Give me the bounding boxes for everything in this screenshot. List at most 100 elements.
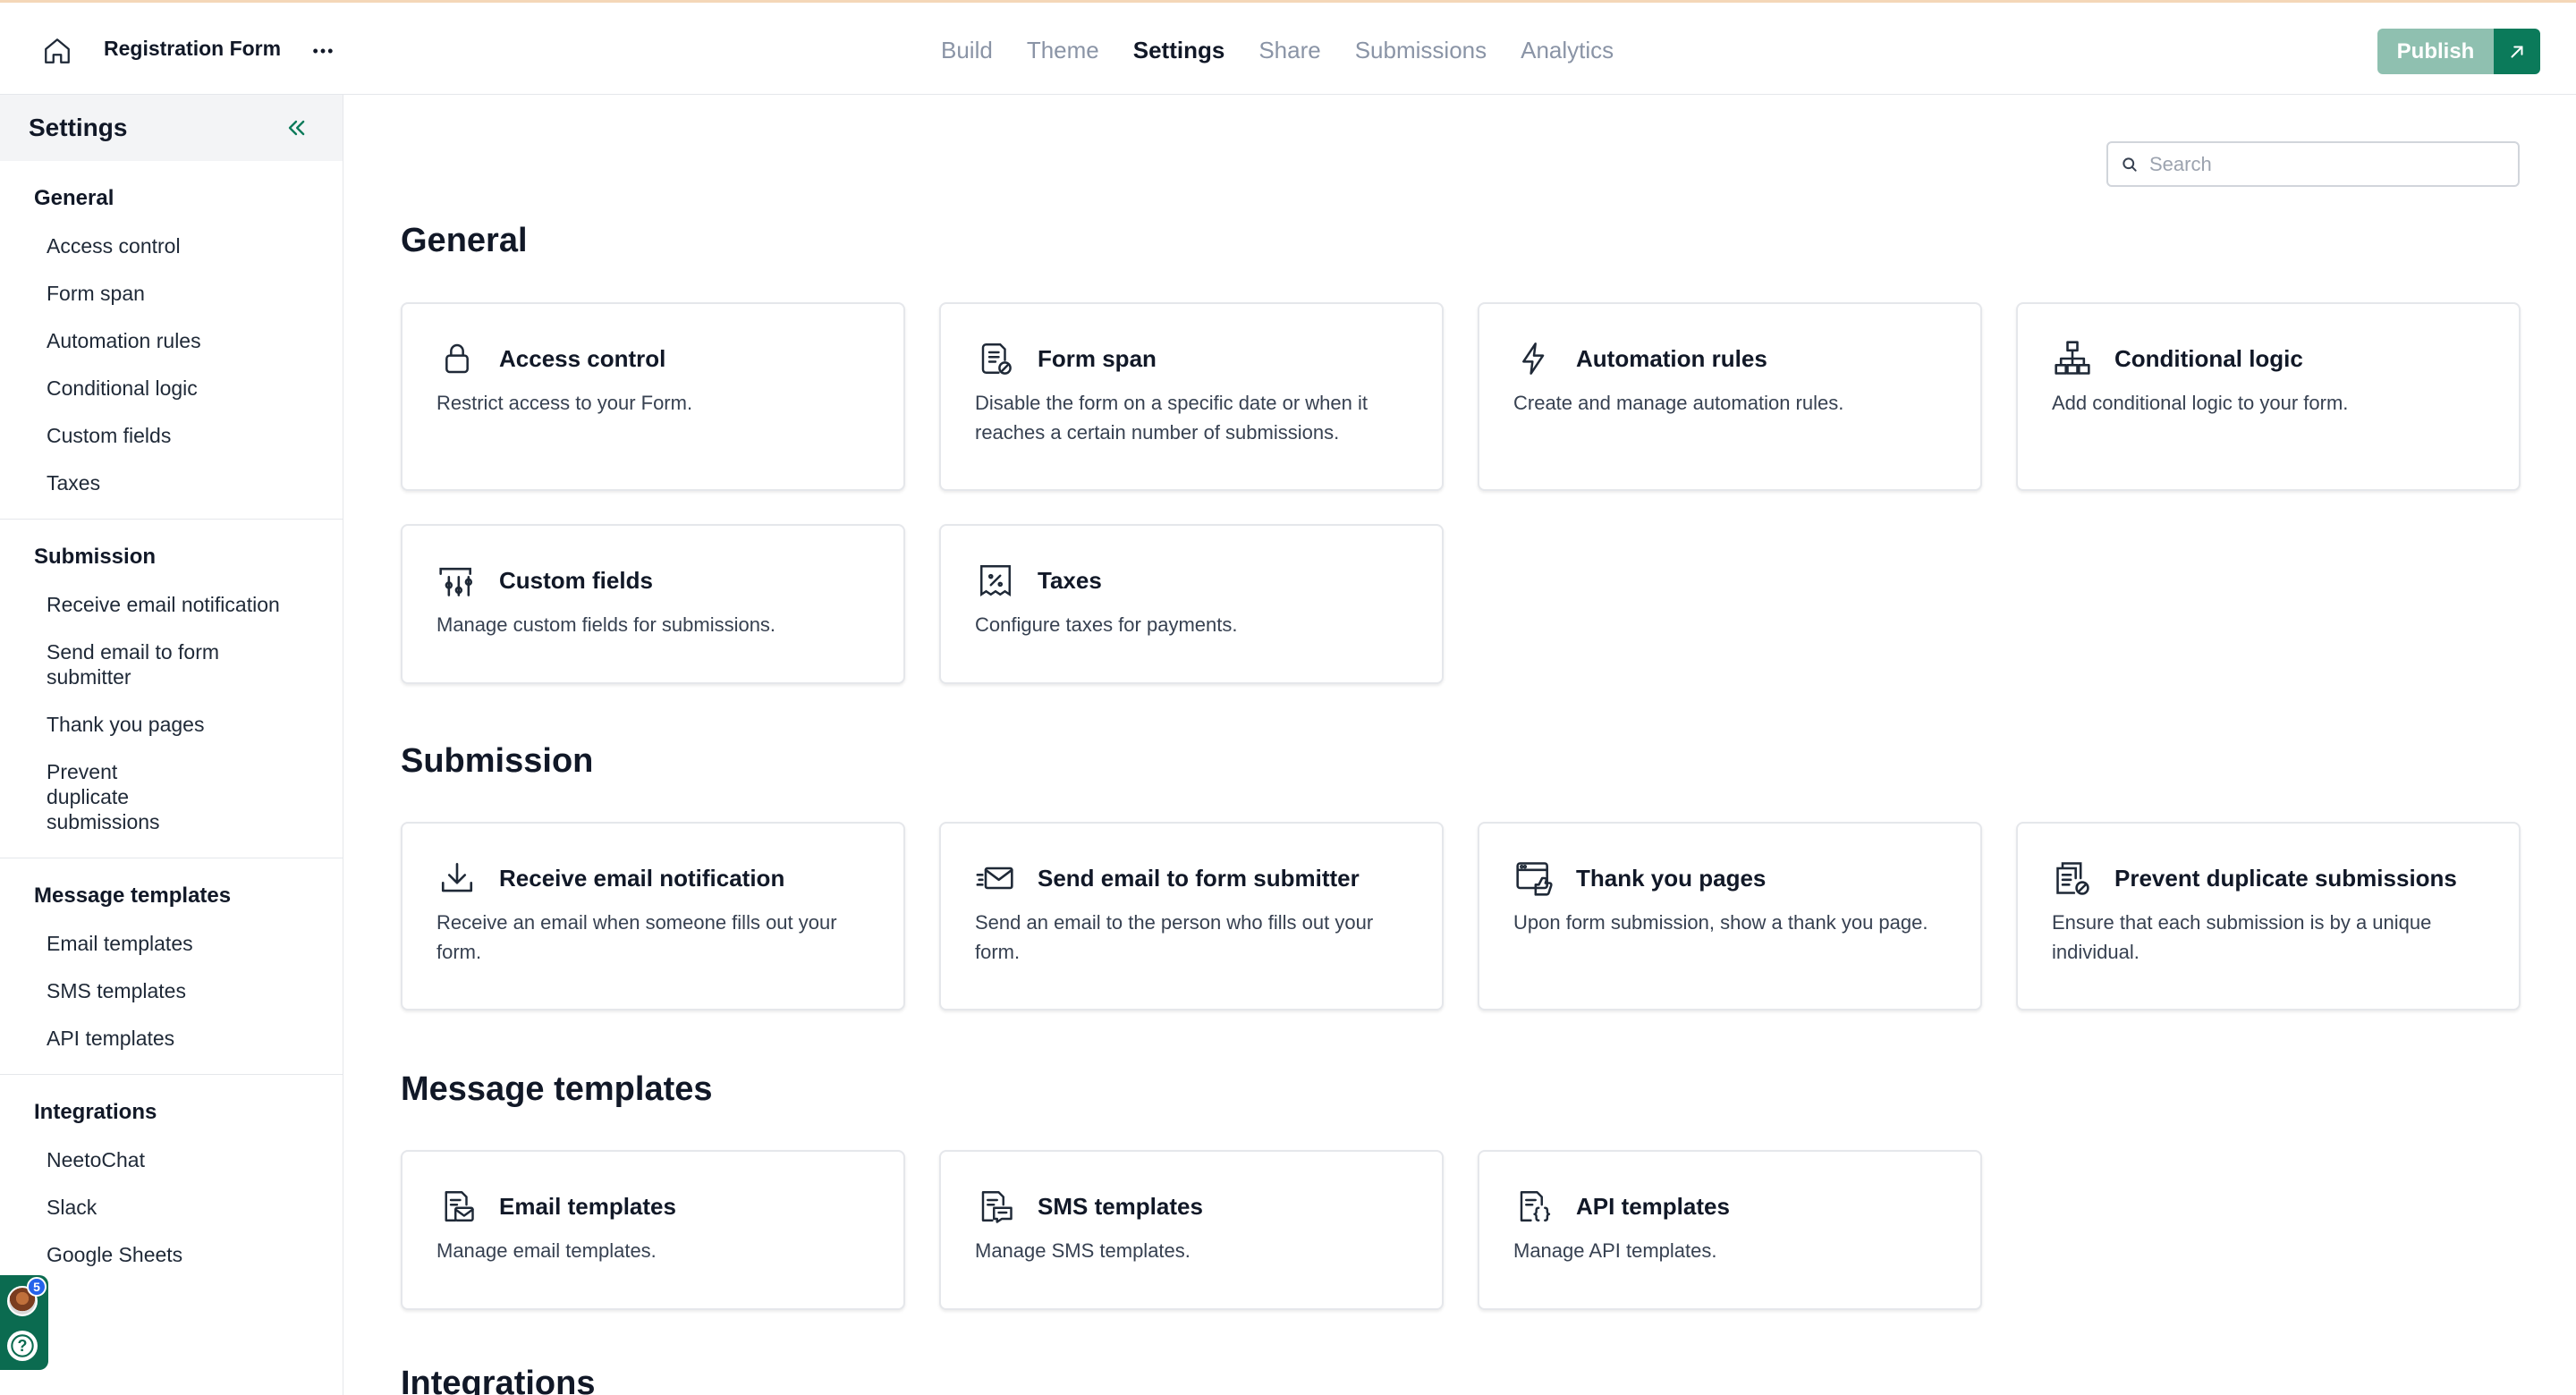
card-description: Disable the form on a specific date or w… [975,392,1368,444]
card-title: Thank you pages [1576,864,1767,892]
notification-badge: 5 [27,1277,47,1297]
sidebar-item-automation-rules[interactable]: Automation rules [0,315,343,362]
sidebar-item-slack[interactable]: Slack [0,1181,343,1229]
form-span-icon [975,338,1016,379]
sidebar-section-general: General Access control Form span Automat… [0,161,343,520]
card-description: Ensure that each submission is by a uniq… [2052,911,2432,963]
sidebar-item-thank-you-pages[interactable]: Thank you pages [0,698,343,746]
percent-receipt-icon [975,560,1016,601]
question-icon: ? [10,1333,35,1358]
collapse-sidebar-button[interactable] [278,110,314,146]
more-options-button[interactable]: ••• [308,35,340,67]
settings-main: General Access control Restrict access t… [344,95,2576,1395]
duplicate-block-icon [2052,858,2093,899]
card-taxes[interactable]: Taxes Configure taxes for payments. [939,524,1444,684]
top-bar: Registration Form ••• Build Theme Settin… [0,0,2576,95]
card-description: Send an email to the person who fills ou… [975,911,1374,963]
lightning-icon [1513,338,1555,379]
sidebar-heading[interactable]: Submission [0,530,343,579]
card-description: Manage SMS templates. [975,1239,1191,1262]
card-automation-rules[interactable]: Automation rules Create and manage autom… [1478,302,1982,491]
search-icon [2121,156,2139,173]
card-description: Upon form submission, show a thank you p… [1513,911,1928,934]
card-description: Manage email templates. [436,1239,657,1262]
card-title: Form span [1038,344,1157,372]
sidebar-item-email-templates[interactable]: Email templates [0,917,343,965]
more-icon: ••• [312,42,335,60]
sidebar-item-custom-fields[interactable]: Custom fields [0,410,343,457]
search-box[interactable] [2106,141,2520,187]
card-send-email-to-form-submitter[interactable]: Send email to form submitter Send an ema… [939,822,1444,1010]
sidebar-header: Settings [0,95,343,161]
lock-icon [436,338,478,379]
card-description: Manage custom fields for submissions. [436,613,776,636]
card-title: Send email to form submitter [1038,864,1360,892]
card-description: Restrict access to your Form. [436,392,693,414]
card-prevent-duplicate-submissions[interactable]: Prevent duplicate submissions Ensure tha… [2016,822,2521,1010]
card-title: Receive email notification [499,864,785,892]
tab-submissions[interactable]: Submissions [1355,37,1487,64]
api-template-icon [1513,1186,1555,1227]
card-access-control[interactable]: Access control Restrict access to your F… [401,302,905,491]
sidebar-item-sms-templates[interactable]: SMS templates [0,965,343,1012]
sidebar-item-google-sheets[interactable]: Google Sheets [0,1229,343,1276]
sidebar-item-conditional-logic[interactable]: Conditional logic [0,362,343,410]
tab-analytics[interactable]: Analytics [1521,37,1614,64]
main-tabs: Build Theme Settings Share Submissions A… [941,37,1648,64]
card-title: Conditional logic [2114,344,2303,372]
section-title-submission: Submission [401,742,594,780]
sidebar-heading[interactable]: General [0,172,343,220]
card-form-span[interactable]: Form span Disable the form on a specific… [939,302,1444,491]
card-title: Email templates [499,1192,676,1220]
sidebar-item-neetochat[interactable]: NeetoChat [0,1134,343,1181]
sidebar-heading[interactable]: Integrations [0,1086,343,1134]
search-input[interactable] [2149,152,2489,176]
publish-group: Publish [2377,29,2540,74]
sidebar-item-api-templates[interactable]: API templates [0,1012,343,1060]
card-api-templates[interactable]: API templates Manage API templates. [1478,1150,1982,1310]
email-template-icon [436,1186,478,1227]
card-email-templates[interactable]: Email templates Manage email templates. [401,1150,905,1310]
inbox-download-icon [436,858,478,899]
tab-theme[interactable]: Theme [1027,37,1099,64]
chevrons-left-icon [284,115,309,140]
sidebar-item-taxes[interactable]: Taxes [0,457,343,504]
thank-you-page-icon [1513,858,1555,899]
sms-template-icon [975,1186,1016,1227]
card-description: Configure taxes for payments. [975,613,1238,636]
card-title: Automation rules [1576,344,1767,372]
card-thank-you-pages[interactable]: Thank you pages Upon form submission, sh… [1478,822,1982,1010]
card-conditional-logic[interactable]: Conditional logic Add conditional logic … [2016,302,2521,491]
card-title: Access control [499,344,666,372]
sidebar-item-receive-email-notification[interactable]: Receive email notification [0,579,343,626]
card-description: Add conditional logic to your form. [2052,392,2349,414]
flowchart-icon [2052,338,2093,379]
sliders-icon [436,560,478,601]
card-title: API templates [1576,1192,1730,1220]
card-title: SMS templates [1038,1192,1203,1220]
publish-button[interactable]: Publish [2377,29,2494,74]
sidebar-section-submission: Submission Receive email notification Se… [0,520,343,858]
sidebar-item-access-control[interactable]: Access control [0,220,343,267]
sidebar-item-prevent-duplicate-submissions[interactable]: Prevent duplicate submissions [0,746,233,843]
card-custom-fields[interactable]: Custom fields Manage custom fields for s… [401,524,905,684]
form-title: Registration Form [104,37,282,60]
tab-share[interactable]: Share [1258,37,1320,64]
sidebar-item-send-email-to-form-submitter[interactable]: Send email to form submitter [0,626,268,698]
sidebar-item-form-span[interactable]: Form span [0,267,343,315]
card-title: Taxes [1038,566,1102,594]
section-title-general: General [401,222,528,259]
card-receive-email-notification[interactable]: Receive email notification Receive an em… [401,822,905,1010]
open-published-button[interactable] [2494,29,2540,74]
tab-build[interactable]: Build [941,37,993,64]
home-icon [42,36,72,66]
section-title-message-templates: Message templates [401,1070,713,1108]
sidebar-heading[interactable]: Message templates [0,869,343,917]
card-sms-templates[interactable]: SMS templates Manage SMS templates. [939,1150,1444,1310]
home-button[interactable] [39,33,75,69]
card-description: Manage API templates. [1513,1239,1717,1262]
help-dock: 5 ? [0,1275,48,1370]
tab-settings[interactable]: Settings [1133,37,1225,64]
help-button[interactable]: ? [7,1331,38,1361]
card-title: Prevent duplicate submissions [2114,864,2457,892]
